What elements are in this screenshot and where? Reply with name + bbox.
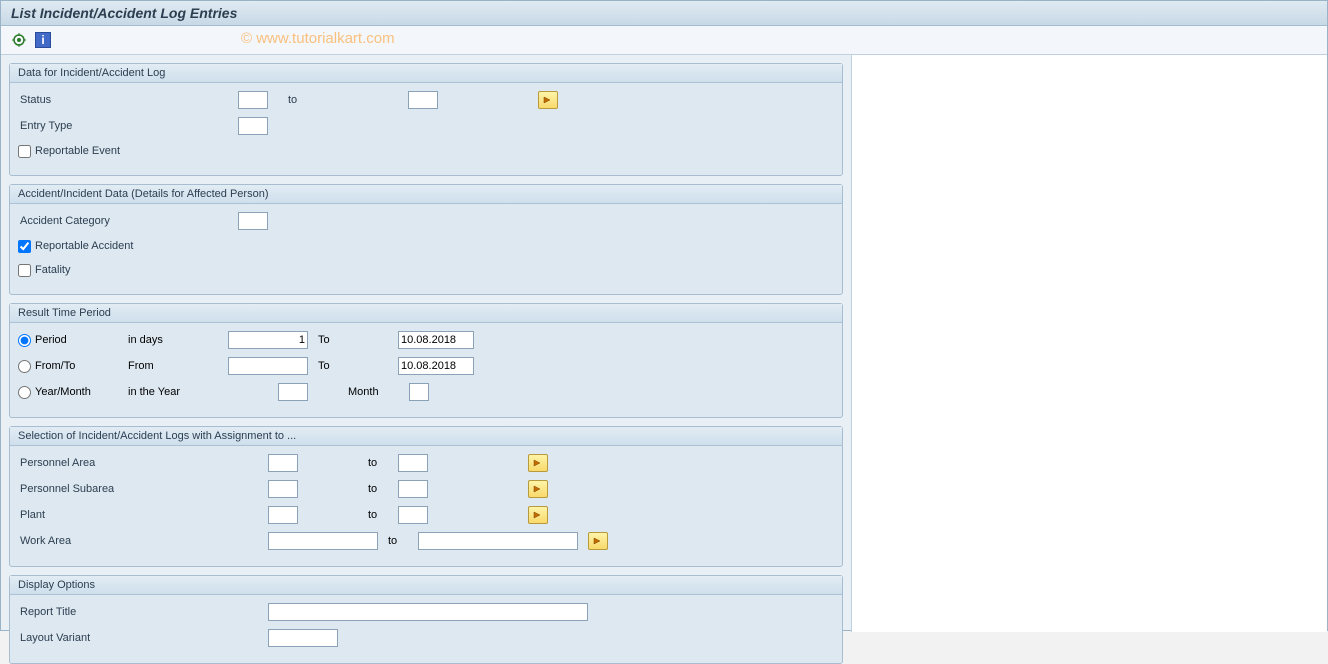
- year-input[interactable]: [278, 383, 308, 401]
- personnel-subarea-label: Personnel Subarea: [18, 483, 268, 495]
- period-to-label: To: [308, 334, 368, 346]
- execute-icon[interactable]: [9, 30, 29, 50]
- status-to-input[interactable]: [408, 91, 438, 109]
- report-title-input[interactable]: [268, 603, 588, 621]
- side-blank-panel: [851, 55, 1327, 632]
- group-selection: Selection of Incident/Accident Logs with…: [9, 426, 843, 567]
- status-multiselect-button[interactable]: [538, 91, 558, 109]
- accident-category-input[interactable]: [238, 212, 268, 230]
- app-window: List Incident/Accident Log Entries i © w…: [0, 0, 1328, 631]
- fromto-radio[interactable]: [18, 360, 31, 373]
- plant-to-input[interactable]: [398, 506, 428, 524]
- status-label: Status: [18, 94, 238, 106]
- personnel-area-label: Personnel Area: [18, 457, 268, 469]
- work-area-from-input[interactable]: [268, 532, 378, 550]
- status-to-label: to: [268, 94, 408, 106]
- accident-category-label: Accident Category: [18, 215, 238, 227]
- period-to-input[interactable]: [398, 331, 474, 349]
- group-display-options: Display Options Report Title Layout Vari…: [9, 575, 843, 664]
- personnel-area-to-input[interactable]: [398, 454, 428, 472]
- content-area: Data for Incident/Accident Log Status to…: [1, 55, 1327, 632]
- plant-from-input[interactable]: [268, 506, 298, 524]
- period-radio-label: Period: [35, 334, 67, 346]
- group-affected-person: Accident/Incident Data (Details for Affe…: [9, 184, 843, 295]
- plant-multiselect-button[interactable]: [528, 506, 548, 524]
- from-label: From: [128, 360, 228, 372]
- fromto-to-input[interactable]: [398, 357, 474, 375]
- layout-variant-input[interactable]: [268, 629, 338, 647]
- personnel-subarea-to-input[interactable]: [398, 480, 428, 498]
- from-input[interactable]: [228, 357, 308, 375]
- psa-to-label: to: [298, 483, 398, 495]
- group-data-log: Data for Incident/Accident Log Status to…: [9, 63, 843, 176]
- plant-to-label: to: [298, 509, 398, 521]
- reportable-event-checkbox[interactable]: [18, 145, 31, 158]
- wa-to-label: to: [378, 535, 418, 547]
- group-header-time: Result Time Period: [10, 304, 842, 323]
- work-area-to-input[interactable]: [418, 532, 578, 550]
- main-panel: Data for Incident/Accident Log Status to…: [1, 55, 851, 632]
- fatality-checkbox[interactable]: [18, 264, 31, 277]
- personnel-area-multiselect-button[interactable]: [528, 454, 548, 472]
- reportable-event-label: Reportable Event: [35, 145, 120, 157]
- year-label: in the Year: [128, 386, 228, 398]
- plant-label: Plant: [18, 509, 268, 521]
- month-input[interactable]: [409, 383, 429, 401]
- fatality-label: Fatality: [35, 264, 70, 276]
- period-days-label: in days: [128, 334, 228, 346]
- pa-to-label: to: [298, 457, 398, 469]
- watermark-text: © www.tutorialkart.com: [241, 30, 395, 47]
- entry-type-label: Entry Type: [18, 120, 238, 132]
- info-icon[interactable]: i: [35, 32, 51, 48]
- group-header-affected: Accident/Incident Data (Details for Affe…: [10, 185, 842, 204]
- report-title-label: Report Title: [18, 606, 268, 618]
- group-time-period: Result Time Period Period in days To: [9, 303, 843, 418]
- reportable-accident-label: Reportable Accident: [35, 240, 133, 252]
- work-area-multiselect-button[interactable]: [588, 532, 608, 550]
- month-label: Month: [308, 386, 379, 398]
- personnel-area-from-input[interactable]: [268, 454, 298, 472]
- reportable-accident-checkbox[interactable]: [18, 240, 31, 253]
- layout-variant-label: Layout Variant: [18, 632, 268, 644]
- entry-type-input[interactable]: [238, 117, 268, 135]
- personnel-subarea-from-input[interactable]: [268, 480, 298, 498]
- status-from-input[interactable]: [238, 91, 268, 109]
- fromto-radio-label: From/To: [35, 360, 75, 372]
- group-header-display: Display Options: [10, 576, 842, 595]
- toolbar: i © www.tutorialkart.com: [1, 26, 1327, 55]
- page-title: List Incident/Accident Log Entries: [1, 1, 1327, 26]
- yearmonth-radio[interactable]: [18, 386, 31, 399]
- period-radio[interactable]: [18, 334, 31, 347]
- group-header-selection: Selection of Incident/Accident Logs with…: [10, 427, 842, 446]
- yearmonth-radio-label: Year/Month: [35, 386, 91, 398]
- period-days-input[interactable]: [228, 331, 308, 349]
- personnel-subarea-multiselect-button[interactable]: [528, 480, 548, 498]
- group-header-data-log: Data for Incident/Accident Log: [10, 64, 842, 83]
- work-area-label: Work Area: [18, 535, 268, 547]
- fromto-to-label: To: [308, 360, 368, 372]
